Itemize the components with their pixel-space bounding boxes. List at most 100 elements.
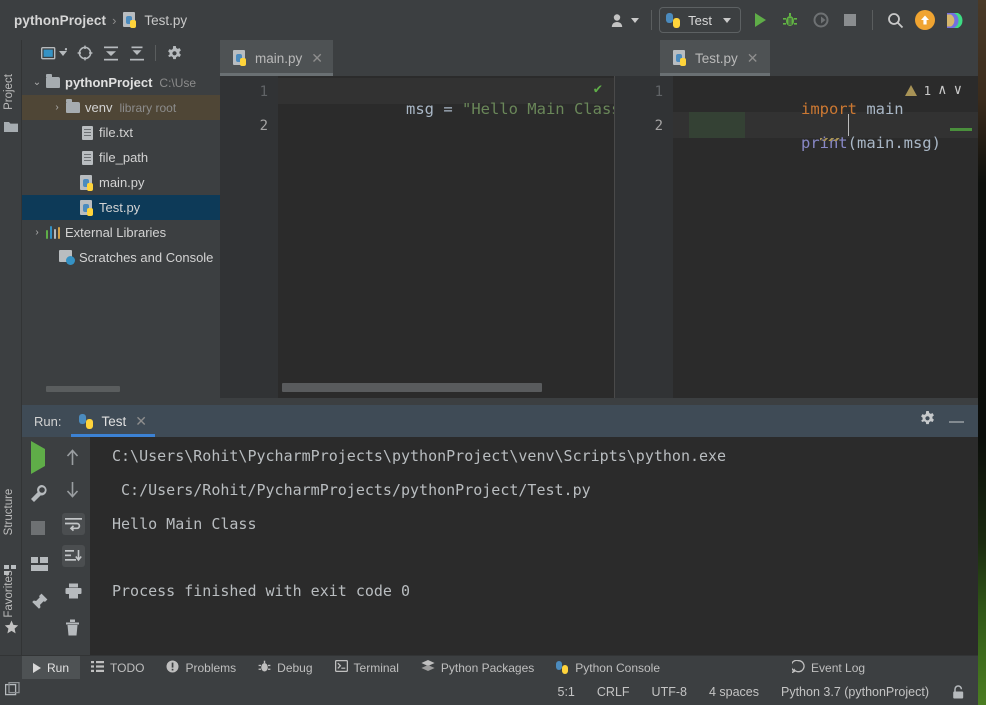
project-horizontal-scrollbar[interactable] — [46, 386, 120, 392]
chevron-right-icon[interactable]: › — [50, 102, 64, 113]
project-tree[interactable]: ⌄ pythonProject C:\Use › venv library ro… — [22, 70, 220, 384]
editor-tab-test-py[interactable]: Test.py ✕ — [660, 40, 770, 76]
memory-indicator-icon[interactable] — [0, 682, 20, 702]
status-bar-right: 5:1 CRLF UTF-8 4 spaces Python 3.7 (pyth… — [558, 685, 979, 700]
run-window-header-actions: — — [920, 411, 978, 431]
bottom-tab-python-packages[interactable]: Python Packages — [410, 656, 545, 680]
editor-code-left[interactable]: msg = "Hello Main Class' ✔ — [278, 76, 614, 398]
next-problem-icon[interactable]: ∨ — [954, 82, 962, 98]
down-arrow-icon[interactable] — [65, 481, 82, 498]
tree-node-file-path[interactable]: file_path — [22, 145, 220, 170]
bottom-tab-python-console[interactable]: Python Console — [545, 656, 671, 680]
line-number: 1 — [260, 84, 268, 100]
scroll-to-end-icon[interactable] — [62, 545, 85, 567]
gear-icon[interactable] — [920, 411, 935, 431]
bottom-tab-terminal[interactable]: Terminal — [324, 656, 410, 680]
warning-icon — [905, 85, 917, 96]
editor-code-right[interactable]: import main print(main.msg) 1 ∧ ∨ — [673, 76, 978, 398]
wrench-icon[interactable] — [31, 485, 48, 502]
search-icon[interactable] — [880, 6, 910, 34]
tree-node-scratches[interactable]: Scratches and Console — [22, 245, 220, 270]
pin-icon[interactable] — [31, 593, 48, 610]
trash-icon[interactable] — [65, 619, 82, 636]
libraries-icon — [44, 226, 62, 239]
caret-position[interactable]: 5:1 — [558, 685, 575, 699]
run-window-label: Run: — [22, 414, 71, 429]
indent-setting[interactable]: 4 spaces — [709, 685, 759, 699]
problems-icon — [166, 660, 179, 676]
chevron-right-icon[interactable]: › — [30, 227, 44, 238]
project-toolbar — [22, 40, 220, 66]
breadcrumb-project[interactable]: pythonProject — [14, 13, 106, 28]
bottom-tab-problems[interactable]: Problems — [155, 656, 247, 680]
previous-problem-icon[interactable]: ∧ — [938, 82, 946, 98]
tree-node-file-txt[interactable]: file.txt — [22, 120, 220, 145]
gear-icon[interactable] — [161, 41, 187, 65]
line-separator[interactable]: CRLF — [597, 685, 630, 699]
bottom-tab-label: Python Packages — [441, 661, 534, 675]
tree-node-external-libraries[interactable]: › External Libraries — [22, 220, 220, 245]
run-tab-test[interactable]: Test ✕ — [71, 405, 155, 437]
python-interpreter[interactable]: Python 3.7 (pythonProject) — [781, 685, 929, 699]
inspection-widget[interactable]: 1 ∧ ∨ — [905, 82, 962, 98]
tree-node-main-py[interactable]: main.py — [22, 170, 220, 195]
error-stripe-mark[interactable] — [950, 128, 972, 131]
update-icon[interactable] — [910, 6, 940, 34]
editor-pane-test-py[interactable]: 1 2 import main print(main.msg) — [615, 76, 978, 398]
file-encoding[interactable]: UTF-8 — [652, 685, 687, 699]
tree-node-label: Test.py — [99, 200, 140, 215]
tab-row-filler — [333, 40, 660, 76]
close-icon[interactable]: ✕ — [311, 50, 323, 67]
user-account-icon[interactable] — [606, 6, 644, 34]
lock-icon[interactable] — [951, 685, 966, 700]
editor-pane-main-py[interactable]: 1 2 msg = "Hello Main Class' ✔ — [220, 76, 615, 398]
scratches-icon — [58, 250, 76, 265]
print-icon[interactable] — [65, 583, 82, 600]
collapse-all-icon[interactable] — [124, 41, 150, 65]
rerun-icon[interactable] — [31, 449, 48, 466]
tree-node-test-py[interactable]: Test.py — [22, 195, 220, 220]
toolbar-divider — [651, 10, 652, 30]
minimize-icon[interactable]: — — [949, 413, 964, 430]
close-icon[interactable]: ✕ — [747, 50, 759, 67]
bottom-tab-event-log[interactable]: Event Log — [781, 656, 876, 680]
up-arrow-icon[interactable] — [65, 449, 82, 466]
tree-node-pythonProject[interactable]: ⌄ pythonProject C:\Use — [22, 70, 220, 95]
chevron-down-icon[interactable]: ⌄ — [30, 77, 44, 88]
run-configuration-selector[interactable]: Test — [659, 7, 741, 33]
structure-tool-label[interactable]: Structure — [3, 486, 15, 538]
warning-count: 1 — [924, 83, 932, 98]
tree-node-label: Scratches and Console — [79, 250, 213, 265]
close-icon[interactable]: ✕ — [135, 413, 147, 430]
editor-tab-main-py[interactable]: main.py ✕ — [220, 40, 333, 76]
tree-node-venv[interactable]: › venv library root — [22, 95, 220, 120]
soft-wrap-icon[interactable] — [62, 513, 85, 535]
bottom-tab-debug[interactable]: Debug — [247, 656, 323, 680]
console-line: C:/Users/Rohit/PycharmProjects/pythonPro… — [112, 481, 591, 499]
favorites-tool-label[interactable]: Favorites — [3, 568, 15, 620]
breadcrumb: pythonProject › Test.py — [0, 12, 187, 28]
editor-gutter-right[interactable]: 1 2 — [615, 76, 673, 398]
run-icon[interactable] — [745, 6, 775, 34]
locate-icon[interactable] — [72, 41, 98, 65]
text-file-icon — [78, 151, 96, 165]
breadcrumb-file[interactable]: Test.py — [144, 13, 187, 28]
bottom-tab-run[interactable]: Run — [22, 656, 80, 680]
debug-icon[interactable] — [775, 6, 805, 34]
code-line-1: msg = "Hello Main Class' — [294, 82, 615, 136]
editor-gutter-left[interactable]: 1 2 — [220, 76, 278, 398]
project-tool-label[interactable]: Project — [3, 66, 15, 118]
ide-assistant-icon[interactable] — [940, 6, 970, 34]
python-icon — [666, 13, 681, 28]
select-opened-file-icon[interactable] — [36, 41, 72, 65]
bottom-tab-todo[interactable]: TODO — [80, 656, 155, 680]
run-console-output[interactable]: C:\Users\Rohit\PycharmProjects\pythonPro… — [90, 437, 978, 655]
expand-all-icon[interactable] — [98, 41, 124, 65]
editor-horizontal-scrollbar[interactable] — [282, 383, 542, 392]
code-function: print — [801, 134, 848, 152]
run-actions-column — [22, 437, 56, 655]
editor-tab-label: Test.py — [695, 51, 738, 66]
star-icon — [4, 620, 18, 634]
tab-row-filler — [770, 40, 978, 76]
layout-icon[interactable] — [31, 557, 48, 574]
